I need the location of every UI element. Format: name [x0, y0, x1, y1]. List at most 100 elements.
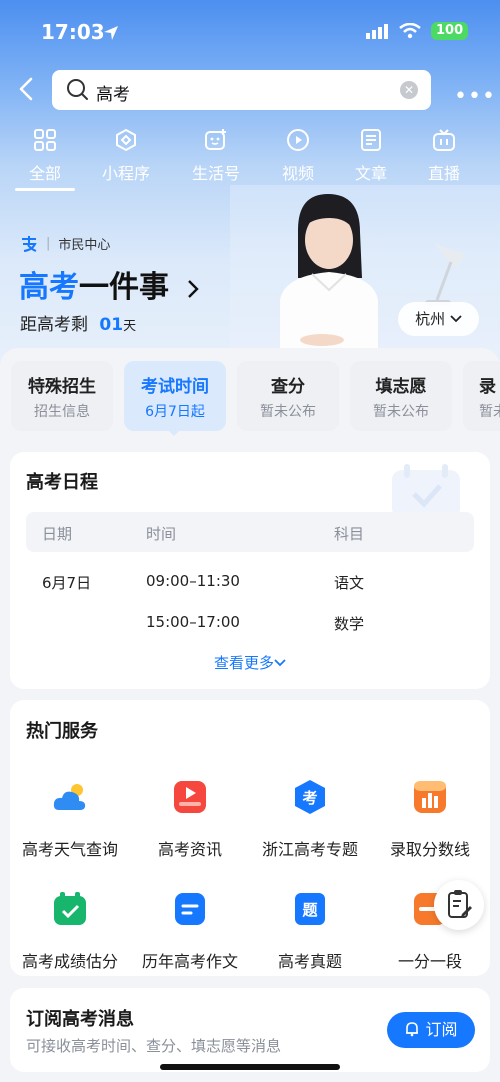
life-account-icon: [205, 129, 226, 150]
hero-title-highlight: 高考: [19, 270, 79, 305]
tab-card-sub: 暂未公布: [373, 404, 429, 420]
countdown-unit: 天: [123, 319, 137, 334]
signal-icon: [366, 24, 388, 39]
tab-card-sub: 6月7日起: [145, 404, 205, 420]
tab-label: 生活号: [191, 164, 240, 183]
check-calendar-icon: [54, 892, 86, 925]
active-tab-pointer: [166, 428, 182, 436]
tab-card-sub: 暂未公布: [260, 404, 316, 420]
bell-icon: [406, 1022, 419, 1037]
service-label: 高考资讯: [157, 840, 222, 859]
video-icon: [287, 129, 309, 151]
desk-lamp-illustration: [425, 244, 465, 306]
tab-label: 视频: [281, 164, 314, 183]
subscribe-button[interactable]: 订阅: [387, 1012, 475, 1048]
status-indicators: 100: [365, 22, 469, 40]
header-time: 时间: [146, 525, 177, 543]
chevron-right-icon: [188, 279, 200, 298]
location-arrow-icon: [104, 26, 118, 40]
tab-card-title: 查分: [271, 377, 305, 397]
row-subject: 语文: [334, 574, 365, 592]
see-more-link[interactable]: 查看更多: [0, 652, 500, 673]
essay-icon: [175, 893, 205, 925]
row-date: 6月7日: [42, 574, 92, 592]
subscribe-description: 可接收高考时间、查分、填志愿等消息: [26, 1037, 282, 1055]
brand-divider: |: [46, 236, 51, 251]
tab-card-title: 填志愿: [375, 377, 427, 397]
question-char: 题: [302, 901, 318, 919]
service-admission-score[interactable]: 录取分数线: [370, 778, 490, 860]
tab-exam-time[interactable]: 考试时间 6月7日起: [124, 361, 226, 431]
service-past-essays[interactable]: 历年高考作文: [130, 890, 250, 972]
search-query[interactable]: 高考: [96, 80, 130, 105]
service-label: 历年高考作文: [141, 952, 238, 971]
countdown-prefix: 距高考剩: [20, 315, 88, 335]
tab-active-underline: [15, 188, 75, 191]
tab-label: 全部: [28, 164, 61, 183]
row-subject: 数学: [334, 615, 365, 633]
battery-indicator: 100: [431, 22, 469, 40]
schedule-table-header: [26, 512, 474, 552]
service-label: 高考真题: [277, 952, 342, 971]
clipboard-edit-icon: [448, 890, 472, 918]
service-label: 浙江高考专题: [261, 840, 358, 859]
hero-title[interactable]: 高考一件事: [19, 262, 201, 306]
tab-all[interactable]: 全部: [10, 128, 80, 184]
calendar-check-icon: [392, 464, 460, 518]
tab-label: 小程序: [101, 164, 150, 183]
countdown-number: 01: [99, 315, 124, 335]
weather-icon: [53, 784, 86, 810]
tab-article[interactable]: 文章: [336, 128, 406, 184]
tab-fill-application[interactable]: 填志愿 暂未公布: [350, 361, 452, 431]
service-label: 高考成绩估分: [21, 952, 118, 971]
student-illustration: [280, 194, 378, 350]
tab-card-sub: 暂未: [479, 404, 500, 420]
see-more-label: 查看更多: [213, 654, 274, 672]
tab-life-account[interactable]: 生活号: [181, 128, 251, 184]
row-time: 15:00–17:00: [146, 613, 240, 631]
chevron-down-icon: [274, 659, 286, 667]
hero-title-rest: 一件事: [79, 270, 169, 305]
search-icon: [67, 79, 88, 100]
more-icon[interactable]: •••: [454, 84, 496, 109]
tab-label: 直播: [427, 164, 460, 183]
service-label: 录取分数线: [389, 840, 470, 859]
tab-live[interactable]: 直播: [409, 128, 479, 184]
countdown: 距高考剩 01天: [20, 310, 136, 335]
chevron-down-icon: [450, 315, 462, 323]
brand-label: 市民中心: [58, 238, 111, 253]
clear-icon[interactable]: ✕: [400, 81, 418, 99]
tab-card-sub: 招生信息: [34, 404, 90, 420]
service-weather[interactable]: 高考天气查询: [10, 778, 130, 860]
badge-char: 考: [302, 789, 317, 807]
bar-chart-icon: [414, 781, 446, 813]
header-date: 日期: [42, 525, 73, 543]
subscribe-title: 订阅高考消息: [26, 1009, 134, 1030]
news-play-icon: [174, 781, 206, 813]
live-icon: [433, 129, 455, 151]
tab-label: 文章: [354, 164, 387, 183]
back-arrow-icon[interactable]: [16, 76, 38, 102]
service-zhejiang-topic[interactable]: 考 浙江高考专题: [250, 778, 370, 860]
city-label: 杭州: [415, 310, 446, 328]
tab-admission[interactable]: 录 暂未: [463, 361, 500, 431]
tab-card-title: 录: [479, 377, 496, 397]
wifi-icon: [399, 23, 421, 39]
floating-clipboard-button[interactable]: [434, 880, 484, 930]
tab-special-enrollment[interactable]: 特殊招生 招生信息: [11, 361, 113, 431]
service-label: 一分一段: [397, 952, 462, 971]
tab-check-score[interactable]: 查分 暂未公布: [237, 361, 339, 431]
row-time: 09:00–11:30: [146, 572, 240, 590]
alipay-logo-icon: [22, 235, 37, 252]
article-icon: [361, 129, 381, 151]
city-selector[interactable]: 杭州: [398, 302, 479, 336]
exam-badge-icon: 考: [295, 780, 325, 814]
service-score-estimate[interactable]: 高考成绩估分: [10, 890, 130, 972]
status-time: 17:03: [41, 20, 105, 44]
tab-video[interactable]: 视频: [263, 128, 333, 184]
service-news[interactable]: 高考资讯: [130, 778, 250, 860]
brand-row: | 市民中心: [20, 234, 110, 253]
services-title: 热门服务: [26, 721, 98, 742]
service-real-questions[interactable]: 题 高考真题: [250, 890, 370, 972]
tab-mini-program[interactable]: 小程序: [91, 128, 161, 184]
